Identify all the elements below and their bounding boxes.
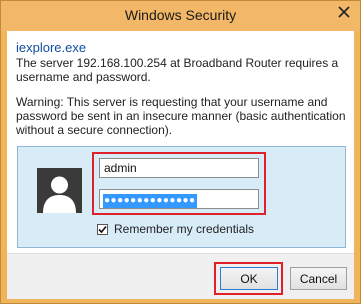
title-bar[interactable]: Windows Security xyxy=(1,1,360,31)
security-warning: Warning: This server is requesting that … xyxy=(16,95,346,137)
cancel-button[interactable]: Cancel xyxy=(290,267,347,290)
checkbox-box[interactable] xyxy=(97,223,108,235)
credential-panel: ●●●●●●●●●●●●●● Remember my credentials xyxy=(17,146,346,248)
app-name: iexplore.exe xyxy=(16,40,87,55)
close-button[interactable] xyxy=(334,5,354,23)
server-message: The server 192.168.100.254 at Broadband … xyxy=(16,56,339,84)
remember-label: Remember my credentials xyxy=(114,222,255,236)
username-input[interactable] xyxy=(99,158,259,178)
password-mask: ●●●●●●●●●●●●●● xyxy=(103,194,197,208)
remember-credentials-checkbox[interactable]: Remember my credentials xyxy=(97,221,254,237)
ok-button[interactable]: OK xyxy=(220,267,278,290)
button-bar: OK Cancel xyxy=(7,253,354,299)
checkmark-icon xyxy=(98,225,107,233)
user-avatar-icon xyxy=(37,168,82,213)
close-icon xyxy=(338,5,350,23)
window-title: Windows Security xyxy=(124,7,237,23)
dialog-body: iexplore.exe The server 192.168.100.254 … xyxy=(7,31,354,299)
windows-security-dialog: Windows Security iexplore.exe The server… xyxy=(0,0,361,304)
password-input[interactable]: ●●●●●●●●●●●●●● xyxy=(99,189,259,209)
credentials-highlight: ●●●●●●●●●●●●●● xyxy=(92,152,266,215)
